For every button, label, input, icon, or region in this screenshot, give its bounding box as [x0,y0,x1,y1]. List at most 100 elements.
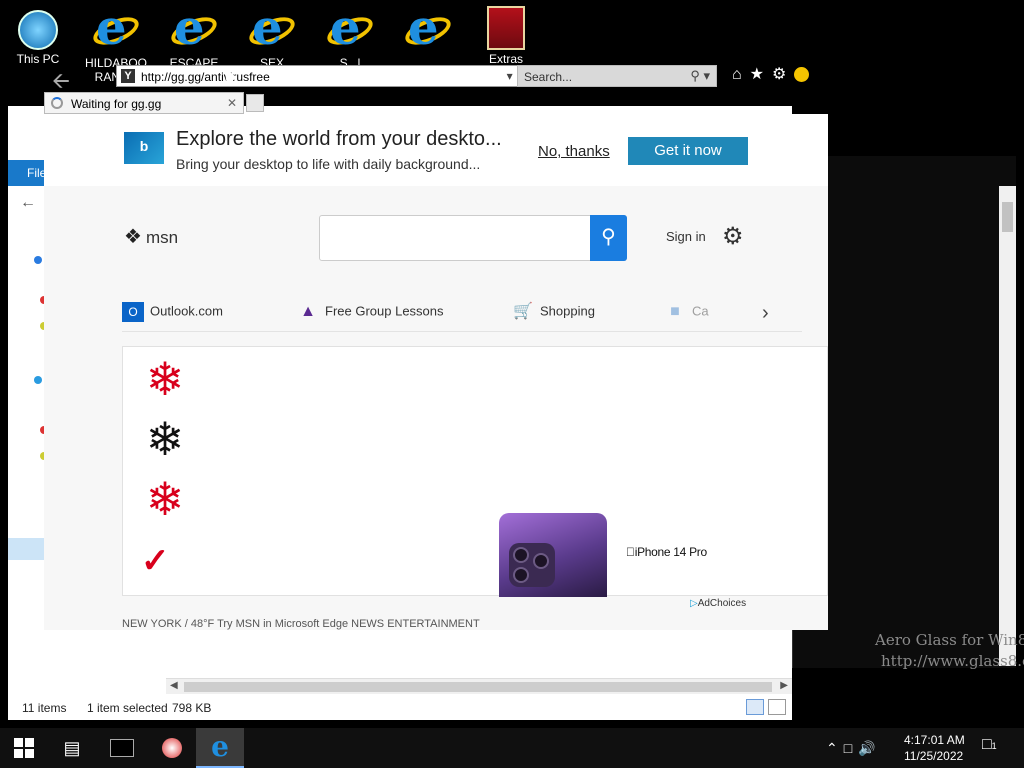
favorites-star-icon[interactable]: ★ [750,66,772,83]
archive-icon [487,6,525,50]
selected-nav-item[interactable] [8,538,48,560]
internet-explorer-icon: e [167,4,221,54]
search-box[interactable]: Search... ⚲ ▾ [517,65,717,87]
internet-explorer-icon: e [323,4,377,54]
desktop-icon-4[interactable]: e S...l [318,4,382,70]
no-thanks-link[interactable]: No, thanks [538,143,610,160]
ad-product-label: iPhone 14 Pro [626,545,707,559]
get-it-now-button[interactable]: Get it now [628,137,748,165]
quicklink-free-group-lessons[interactable]: ▲ Free Group Lessons [297,302,444,328]
watermark-line-1: Aero Glass for Win8.1 [875,631,1024,649]
msn-logo[interactable]: ❖ msn [124,224,178,249]
snowflake-icon: ❄ [145,353,185,405]
address-url[interactable]: http://gg.gg/antivirusfree [141,70,270,84]
bing-wallpaper-banner: b Explore the world from your deskto... … [44,114,828,186]
internet-explorer-icon: e [89,4,143,54]
msn-search-input[interactable]: ⚲ [319,215,627,261]
quicklink-label: Free Group Lessons [325,303,444,319]
banner-subline: Bring your desktop to life with daily ba… [176,156,481,172]
taskbar-internet-explorer[interactable]: e [196,728,244,768]
file-tab[interactable]: File [8,160,46,186]
msn-bottom-nav[interactable]: NEW YORK / 48°F Try MSN in Microsoft Edg… [122,618,802,630]
clock[interactable]: 4:17:01 AM 11/25/2022 [904,732,965,764]
loading-spinner-icon [51,97,63,109]
scrollbar-thumb[interactable] [1002,202,1013,232]
scroll-right-icon[interactable]: ▶ [780,680,788,691]
internet-explorer-icon: e [245,4,299,54]
start-button[interactable] [0,728,48,768]
advertisement[interactable]: ❄ ❄ ❄ ✓ iPhone 14 Pro [122,346,828,597]
ad-product-text: iPhone 14 Pro [626,545,707,559]
vertical-scrollbar[interactable] [999,186,1016,666]
large-icons-view-icon[interactable] [768,699,786,715]
msn-butterfly-icon: ❖ [124,226,142,248]
chevron-up-icon[interactable]: ⌃ [826,740,844,756]
search-icon[interactable]: ⚲ ▾ [690,68,710,84]
horizontal-scrollbar[interactable]: ◀ ▶ [166,678,792,694]
desktop-icon-extras[interactable]: Extras [474,6,538,66]
car-icon: ■ [670,303,680,320]
desktop-icon-this-pc[interactable]: This PC [6,6,70,66]
address-bar[interactable]: Y http://gg.gg/antivirusfree ▾▣✕ [116,65,554,87]
notifications-icon[interactable]: □1 [982,736,997,754]
scrollbar-thumb[interactable] [184,682,772,692]
chevron-right-icon[interactable]: › [762,302,769,325]
browser-content: b Explore the world from your deskto... … [44,114,828,630]
monitor-icon [18,10,58,50]
site-favicon: Y [121,69,135,83]
status-bar: 11 items 1 item selected 798 KB [8,694,792,720]
taskbar-app-console[interactable] [98,728,146,768]
aero-glass-watermark: Aero Glass for Win8.1 http://www.glass8.… [875,630,1024,672]
details-view-icon[interactable] [746,699,764,715]
iphone-image [499,513,607,597]
sign-in-link[interactable]: Sign in [666,229,706,244]
quicklink-cars[interactable]: ■ Ca [664,302,709,328]
adchoices-icon: ▷ [690,598,698,609]
adchoices-link[interactable]: ▷AdChoices [690,598,746,609]
quicklink-shopping[interactable]: 🛒 Shopping [512,302,595,328]
task-view-button[interactable]: ▤ [48,728,96,768]
adchoices-label: AdChoices [697,598,747,609]
new-tab-button[interactable] [246,94,264,112]
search-icon[interactable]: ⚲ [590,215,627,261]
quick-access-icon [34,256,42,264]
shopping-cart-icon: 🛒 [513,303,533,320]
status-item-count: 11 items [22,701,67,715]
internet-explorer-icon: e [401,4,455,54]
desktop-icon-sex[interactable]: e SEX [240,4,304,70]
clock-date: 11/25/2022 [904,749,964,763]
browser-tab[interactable]: Waiting for gg.gg ✕ [44,92,244,114]
desktop-icon-escape[interactable]: e ESCAPE [162,4,226,70]
verizon-check-icon: ✓ [141,542,170,580]
task-view-icon: ▤ [63,738,81,758]
outlook-icon: O [122,302,144,322]
msn-brand-text: msn [145,228,179,247]
feedback-smiley-icon[interactable] [794,67,810,83]
home-icon[interactable]: ⌂ [732,66,750,83]
graduation-cap-icon: ▲ [300,303,316,320]
network-icon[interactable]: □ [844,740,858,756]
system-tray: ⌃□🔊 [826,740,882,757]
browser-toolbar: 🡨 Y http://gg.gg/antivirusfree ▾▣✕ Searc… [44,62,828,116]
scroll-left-icon[interactable]: ◀ [170,680,178,691]
gear-icon[interactable]: ⚙ [722,222,744,251]
taskbar-app-2[interactable] [148,728,196,768]
volume-icon[interactable]: 🔊 [858,740,881,756]
bing-logo: b [124,132,164,164]
status-size: 798 KB [172,701,212,715]
quicklink-label: Outlook.com [150,303,223,319]
network-icon [34,376,42,384]
close-tab-icon[interactable]: ✕ [227,96,237,110]
quicklink-outlook[interactable]: O Outlook.com [122,302,223,328]
gear-icon[interactable]: ⚙ [772,66,794,83]
quicklink-label: Shopping [540,303,595,319]
taskbar: ▤ e ⌃□🔊 4:17:01 AM 11/25/2022 □1 [0,728,1024,768]
windows-logo-icon [14,738,34,758]
watermark-line-2: http://www.glass8.eu [881,652,1024,670]
back-arrow-icon[interactable]: ← [20,194,36,212]
command-prompt-icon [110,739,134,757]
dropdown-icon[interactable]: ▾ [507,69,518,83]
quicklink-label: Ca [692,303,709,319]
internet-explorer-icon: e [211,730,229,763]
desktop-icon-5[interactable]: e ... [396,4,460,70]
